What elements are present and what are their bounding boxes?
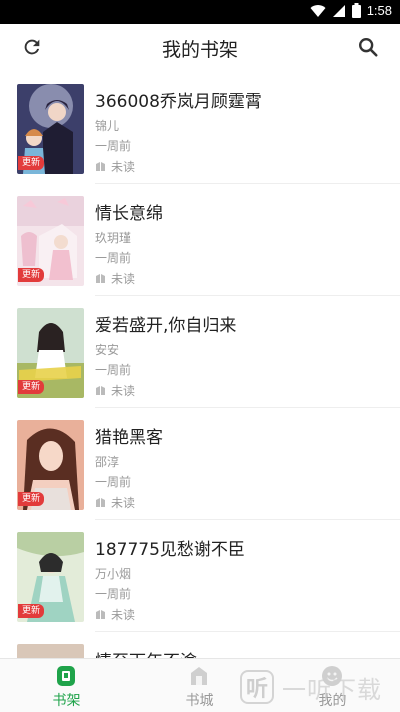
battery-icon bbox=[351, 3, 361, 18]
book-status-icon bbox=[96, 274, 105, 283]
book-title: 爱若盛开,你自归来 bbox=[95, 316, 237, 336]
search-button[interactable] bbox=[356, 35, 380, 59]
update-tag: 更新 bbox=[18, 604, 45, 618]
book-item[interactable]: 更新 情长意绵 玖玥瑾 一周前 未读 bbox=[0, 184, 400, 296]
page-title: 我的书架 bbox=[161, 39, 238, 61]
book-cover: 更新 bbox=[17, 532, 84, 622]
book-cover bbox=[17, 644, 84, 658]
bookshelf-icon bbox=[57, 666, 75, 686]
book-title: 366008乔岚月顾霆霄 bbox=[95, 92, 262, 112]
book-cover: 更新 bbox=[17, 420, 84, 510]
read-status-label: 未读 bbox=[111, 160, 136, 174]
bookstore-icon bbox=[191, 667, 207, 685]
wifi-icon bbox=[310, 4, 326, 17]
book-time: 一周前 bbox=[95, 363, 132, 377]
watermark: 听 一听下载 bbox=[240, 664, 400, 710]
book-time: 一周前 bbox=[95, 139, 132, 153]
read-status-label: 未读 bbox=[111, 272, 136, 286]
status-icons: 1:58 bbox=[310, 3, 392, 18]
watermark-text: 一听下载 bbox=[282, 675, 382, 704]
book-time: 一周前 bbox=[95, 251, 132, 265]
signal-icon bbox=[332, 4, 345, 17]
book-status-icon bbox=[96, 386, 105, 395]
book-title: 猎艳黑客 bbox=[95, 428, 163, 448]
search-icon bbox=[359, 38, 378, 57]
book-author: 万小烟 bbox=[95, 567, 132, 581]
book-item[interactable]: 更新 爱若盛开,你自归来 安安 一周前 未读 bbox=[0, 296, 400, 408]
read-status: 未读 bbox=[95, 494, 135, 511]
book-title: 情至下年不渝 bbox=[95, 647, 197, 658]
book-item[interactable]: 更新 猎艳黑客 邵淳 一周前 未读 bbox=[0, 408, 400, 520]
book-item[interactable]: 更新 366008乔岚月顾霆霄 锦儿 一周前 未读 bbox=[0, 72, 400, 184]
nav-label: 书架 bbox=[52, 693, 81, 709]
book-author: 锦儿 bbox=[95, 119, 120, 133]
book-time: 一周前 bbox=[95, 587, 132, 601]
nav-bookshelf[interactable]: 书架 bbox=[0, 659, 133, 712]
update-tag: 更新 bbox=[18, 156, 45, 170]
book-cover: 更新 bbox=[17, 84, 84, 174]
update-tag: 更新 bbox=[18, 268, 45, 282]
read-status: 未读 bbox=[95, 382, 135, 399]
book-time: 一周前 bbox=[95, 475, 132, 489]
book-list: 更新 366008乔岚月顾霆霄 锦儿 一周前 未读 更新 情长意绵 玖玥瑾 一周… bbox=[0, 72, 400, 658]
book-item[interactable]: 情至下年不渝 bbox=[0, 632, 400, 658]
book-item[interactable]: 更新 187775见愁谢不臣 万小烟 一周前 未读 bbox=[0, 520, 400, 632]
read-status: 未读 bbox=[95, 606, 135, 623]
update-tag: 更新 bbox=[18, 492, 45, 506]
read-status-label: 未读 bbox=[111, 496, 136, 510]
book-cover: 更新 bbox=[17, 308, 84, 398]
read-status-label: 未读 bbox=[111, 608, 136, 622]
book-cover: 更新 bbox=[17, 196, 84, 286]
book-author: 玖玥瑾 bbox=[95, 231, 132, 245]
app-header: 我的书架 bbox=[0, 24, 400, 70]
status-bar: 1:58 bbox=[0, 0, 400, 24]
update-tag: 更新 bbox=[18, 380, 45, 394]
book-title: 187775见愁谢不臣 bbox=[95, 540, 245, 560]
read-status: 未读 bbox=[95, 270, 135, 287]
book-author: 邵淳 bbox=[95, 455, 120, 469]
status-time: 1:58 bbox=[366, 3, 392, 18]
read-status-label: 未读 bbox=[111, 384, 136, 398]
book-author: 安安 bbox=[95, 343, 120, 357]
book-status-icon bbox=[96, 162, 105, 171]
watermark-logo-icon: 听 bbox=[240, 670, 274, 704]
book-title: 情长意绵 bbox=[95, 204, 163, 224]
book-status-icon bbox=[96, 610, 105, 619]
book-status-icon bbox=[96, 498, 105, 507]
read-status: 未读 bbox=[95, 158, 135, 175]
